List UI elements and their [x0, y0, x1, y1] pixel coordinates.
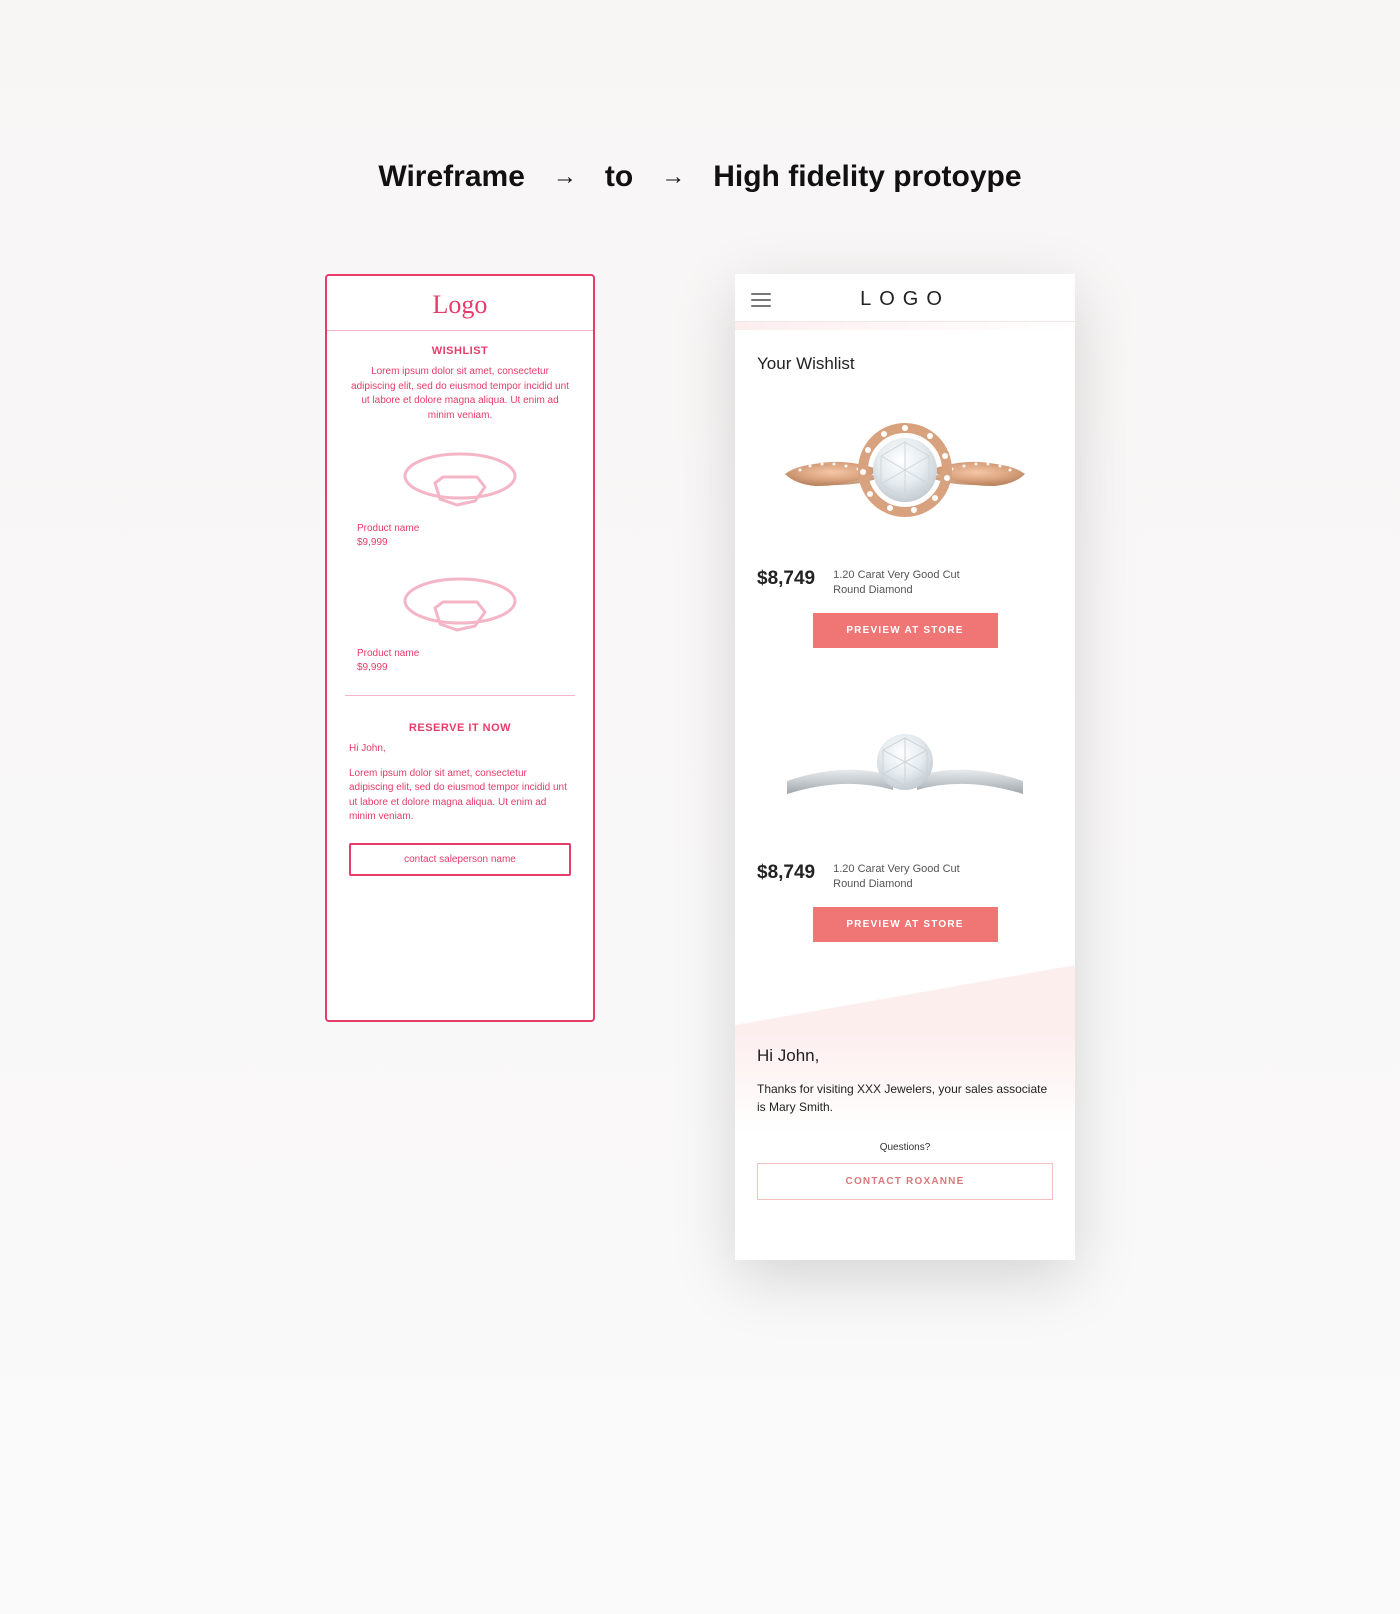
ring-image	[757, 708, 1053, 862]
preview-at-store-button[interactable]: PREVIEW AT STORE	[813, 613, 998, 648]
hifi-product: $8,749 1.20 Carat Very Good Cut Round Di…	[735, 668, 1075, 962]
wireframe-product-meta: Product name $9,999	[327, 645, 593, 683]
wireframe-reserve-text: Lorem ipsum dolor sit amet, consectetur …	[327, 767, 593, 835]
product-meta-row: $8,749 1.20 Carat Very Good Cut Round Di…	[757, 568, 1053, 613]
ring-sketch-icon	[327, 558, 593, 645]
diagonal-background	[735, 962, 1075, 1032]
questions-label: Questions?	[757, 1142, 1053, 1163]
hifi-logo: LOGO	[771, 288, 1039, 311]
ring-image	[757, 394, 1053, 568]
divider	[345, 695, 575, 696]
wireframe-intro-text: Lorem ipsum dolor sit amet, consectetur …	[327, 365, 593, 433]
spacer	[327, 876, 593, 1006]
hifi-wishlist-title: Your Wishlist	[735, 330, 1075, 384]
product-price: $8,749	[757, 862, 815, 884]
product-price: $8,749	[757, 568, 815, 590]
hifi-greeting: Hi John,	[757, 1046, 1053, 1080]
heading-wireframe: Wireframe	[378, 160, 524, 194]
arrow-icon: →	[661, 163, 685, 191]
wireframe-product-meta: Product name $9,999	[327, 520, 593, 558]
heading-hifi: High fidelity protoype	[713, 160, 1021, 194]
wireframe-panel: Logo WISHLIST Lorem ipsum dolor sit amet…	[325, 274, 595, 1022]
product-description: 1.20 Carat Very Good Cut Round Diamond	[833, 568, 983, 599]
preview-at-store-button[interactable]: PREVIEW AT STORE	[813, 907, 998, 942]
wireframe-product-price: $9,999	[357, 536, 563, 550]
wireframe-logo: Logo	[327, 284, 593, 331]
hifi-product: $8,749 1.20 Carat Very Good Cut Round Di…	[735, 384, 1075, 668]
product-meta-row: $8,749 1.20 Carat Very Good Cut Round Di…	[757, 862, 1053, 907]
hifi-panel: LOGO Your Wishlist	[735, 274, 1075, 1260]
arrow-icon: →	[553, 163, 577, 191]
product-description: 1.20 Carat Very Good Cut Round Diamond	[833, 862, 983, 893]
wireframe-reserve-title: RESERVE IT NOW	[327, 708, 593, 742]
heading-to: to	[605, 160, 633, 194]
wireframe-wishlist-title: WISHLIST	[327, 331, 593, 365]
hifi-contact-body: Thanks for visiting XXX Jewelers, your s…	[757, 1080, 1053, 1142]
wireframe-product-price: $9,999	[357, 661, 563, 675]
ring-sketch-icon	[327, 433, 593, 520]
hifi-header: LOGO	[735, 274, 1075, 322]
contact-button[interactable]: CONTACT ROXANNE	[757, 1163, 1053, 1200]
hifi-contact-section: Hi John, Thanks for visiting XXX Jeweler…	[735, 1032, 1075, 1200]
wireframe-product-name: Product name	[357, 647, 563, 661]
wireframe-contact-button[interactable]: contact saleperson name	[349, 843, 571, 876]
hamburger-icon[interactable]	[751, 293, 771, 307]
wireframe-product-name: Product name	[357, 522, 563, 536]
wireframe-greeting: Hi John,	[327, 742, 593, 767]
gradient-strip	[735, 322, 1075, 330]
page-heading: Wireframe → to → High fidelity protoype	[0, 0, 1400, 274]
